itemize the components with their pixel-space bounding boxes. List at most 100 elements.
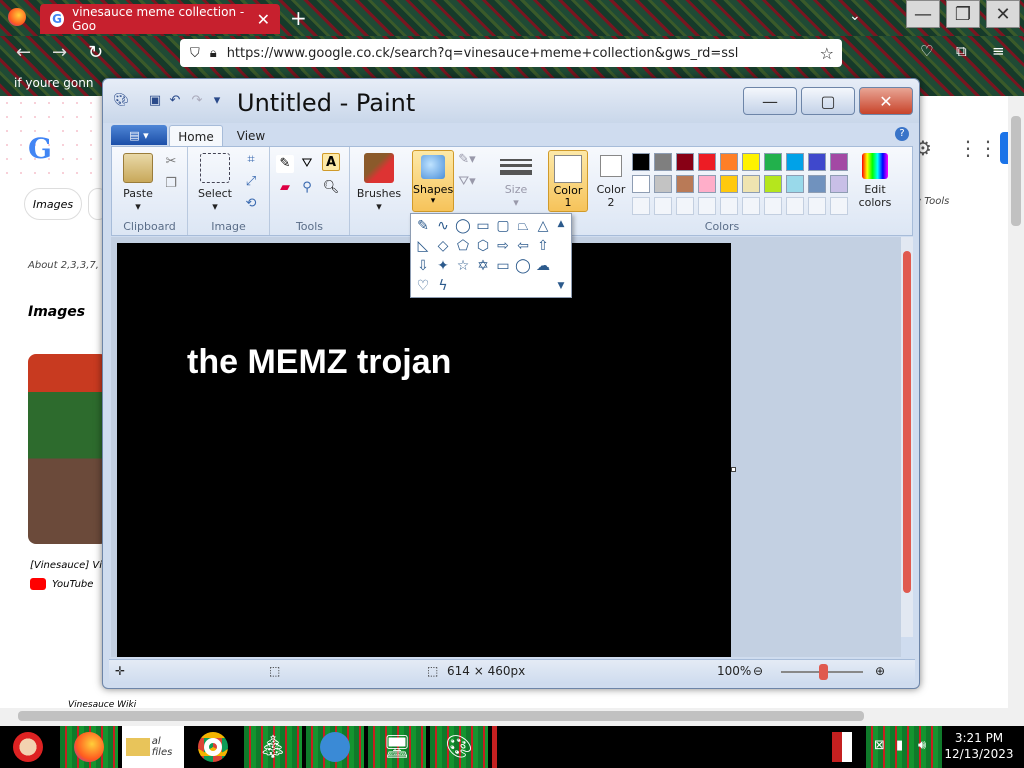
video-title[interactable]: [Vinesauce] Vin — [30, 560, 108, 571]
palette-swatch[interactable] — [676, 175, 694, 193]
undo-icon[interactable]: ↶ — [167, 93, 183, 109]
rectangle-icon[interactable]: ▭ — [473, 216, 493, 236]
pocket-icon[interactable]: ♡ — [920, 42, 933, 60]
tools-filter[interactable]: ▾ Tools — [916, 196, 949, 207]
shield-icon[interactable]: ⛉ — [190, 46, 200, 61]
back-icon[interactable]: ← — [16, 42, 31, 63]
pencil-icon[interactable]: ✎ — [276, 155, 294, 173]
palette-swatch[interactable] — [632, 153, 650, 171]
four-star-icon[interactable]: ✦ — [433, 256, 453, 276]
triangle-icon[interactable]: △ — [533, 216, 553, 236]
palette-swatch[interactable] — [676, 153, 694, 171]
palette-swatch[interactable] — [830, 175, 848, 193]
palette-swatch[interactable] — [808, 175, 826, 193]
oval-icon[interactable]: ◯ — [453, 216, 473, 236]
battery-icon[interactable]: ▮ — [896, 738, 903, 753]
heart-icon[interactable]: ♡ — [413, 276, 433, 296]
clock[interactable]: 3:21 PM 12/13/2023 — [944, 730, 1014, 762]
six-star-icon[interactable]: ✡ — [473, 256, 493, 276]
paste-button[interactable]: Paste ▾ — [118, 153, 158, 213]
taskbar-explorer[interactable]: al files — [122, 726, 184, 768]
rotate-icon[interactable]: ⟲ — [242, 195, 260, 213]
paint-minimize-button[interactable]: — — [743, 87, 797, 115]
volume-icon[interactable]: 🔊︎ — [918, 738, 926, 753]
color2-button[interactable]: Color 2 — [592, 153, 630, 209]
taskbar-firefox[interactable] — [60, 726, 118, 768]
paint-titlebar[interactable]: 🎨︎ ▣ ↶ ↷ ▾ Untitled - Paint — ▢ ✕ — [103, 79, 919, 123]
taskbar-computer[interactable]: 🖥︎ — [368, 726, 426, 768]
five-star-icon[interactable]: ☆ — [453, 256, 473, 276]
lightning-icon[interactable]: ϟ — [433, 276, 453, 296]
bookmark-item[interactable]: if youre gonn — [14, 76, 93, 90]
magnifier-icon[interactable]: 🔍︎ — [322, 179, 340, 197]
palette-swatch[interactable] — [764, 175, 782, 193]
star-icon[interactable]: ☆ — [820, 44, 834, 63]
color-picker-icon[interactable]: ⚲ — [298, 179, 316, 197]
tab-view[interactable]: View — [227, 125, 275, 147]
scroll-down-icon[interactable]: ▼ — [551, 276, 571, 296]
empty-custom-swatch[interactable] — [830, 197, 848, 215]
restore-button[interactable]: ❐ — [946, 0, 980, 28]
fill-shape-icon[interactable]: ⛛▾ — [458, 173, 476, 191]
tab-home[interactable]: Home — [169, 125, 223, 147]
empty-custom-swatch[interactable] — [720, 197, 738, 215]
zoom-slider-thumb[interactable] — [819, 664, 828, 680]
empty-custom-swatch[interactable] — [742, 197, 760, 215]
scroll-up-icon[interactable]: ▲ — [551, 214, 571, 234]
callout-rect-icon[interactable]: ▭ — [493, 256, 513, 276]
resize-icon[interactable]: ⤢ — [242, 173, 260, 191]
file-menu-button[interactable]: ▤ ▾ — [111, 125, 167, 145]
brushes-button[interactable]: Brushes ▾ — [356, 153, 402, 213]
browser-tab[interactable]: G vinesauce meme collection - Goo ✕ — [40, 4, 280, 34]
palette-swatch[interactable] — [830, 153, 848, 171]
video-thumbnail[interactable] — [28, 354, 108, 544]
chevron-down-icon[interactable]: ⌄ — [849, 8, 861, 24]
drawing-canvas[interactable]: the MEMZ trojan — [117, 243, 731, 657]
hexagon-icon[interactable]: ⬡ — [473, 236, 493, 256]
palette-swatch[interactable] — [720, 175, 738, 193]
size-button[interactable]: Size ▾ — [496, 153, 536, 209]
firefox-icon[interactable] — [8, 8, 26, 26]
palette-swatch[interactable] — [742, 153, 760, 171]
paint-maximize-button[interactable]: ▢ — [801, 87, 855, 115]
save-icon[interactable]: ▣ — [147, 93, 163, 109]
palette-swatch[interactable] — [698, 175, 716, 193]
paint-close-button[interactable]: ✕ — [859, 87, 913, 115]
menu-icon[interactable]: ≡ — [992, 42, 1005, 60]
edit-colors-button[interactable]: Edit colors — [852, 153, 898, 209]
paint-app-icon[interactable]: 🎨︎ — [113, 93, 130, 109]
page-vertical-scrollbar[interactable] — [1008, 96, 1024, 708]
close-tab-icon[interactable]: ✕ — [257, 10, 270, 29]
taskbar-paint[interactable]: 🎨︎ — [430, 726, 488, 768]
callout-oval-icon[interactable]: ◯ — [513, 256, 533, 276]
taskbar-chrome[interactable] — [186, 726, 240, 768]
left-arrow-icon[interactable]: ⇦ — [513, 236, 533, 256]
url-bar[interactable]: ⛉ 🔒︎ https://www.google.co.ck/search?q=v… — [180, 39, 842, 67]
text-tool-icon[interactable]: A — [322, 153, 340, 171]
zoom-out-icon[interactable]: ⊖ — [753, 664, 763, 678]
palette-swatch[interactable] — [808, 153, 826, 171]
extensions-icon[interactable]: ⧉ — [956, 42, 967, 60]
page-horizontal-scrollbar[interactable] — [0, 708, 1024, 726]
network-icon[interactable]: ⊠ — [874, 738, 885, 753]
resize-handle[interactable] — [731, 467, 736, 472]
crop-icon[interactable]: ⌗ — [242, 151, 260, 169]
fill-icon[interactable]: ⛛ — [298, 155, 316, 173]
palette-swatch[interactable] — [742, 175, 760, 193]
canvas-scrollbar[interactable] — [901, 237, 913, 637]
shapes-button[interactable]: Shapes ▾ — [412, 150, 454, 212]
palette-swatch[interactable] — [698, 153, 716, 171]
chip-images[interactable]: Images — [24, 188, 82, 220]
empty-custom-swatch[interactable] — [698, 197, 716, 215]
callout-cloud-icon[interactable]: ☁ — [533, 256, 553, 276]
google-doodle-logo[interactable]: G — [0, 96, 100, 186]
empty-custom-swatch[interactable] — [786, 197, 804, 215]
right-triangle-icon[interactable]: ◺ — [413, 236, 433, 256]
minimize-button[interactable]: — — [906, 0, 940, 28]
select-button[interactable]: Select ▾ — [192, 153, 238, 213]
new-tab-button[interactable]: + — [290, 6, 307, 30]
up-arrow-icon[interactable]: ⇧ — [533, 236, 553, 256]
copy-icon[interactable]: ❐ — [162, 175, 180, 193]
palette-swatch[interactable] — [786, 153, 804, 171]
eraser-icon[interactable]: ▰ — [276, 179, 294, 197]
